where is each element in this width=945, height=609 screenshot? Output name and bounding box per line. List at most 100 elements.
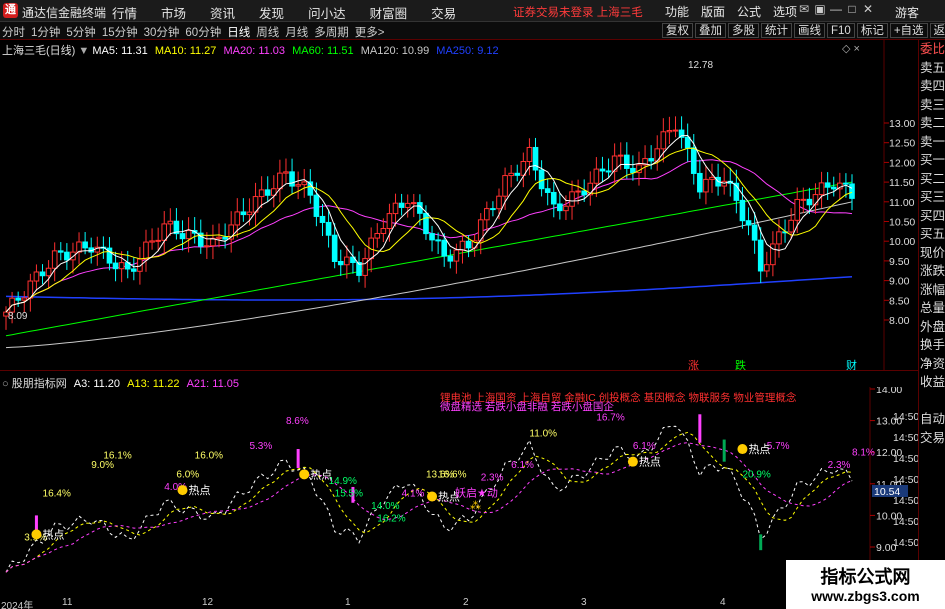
candle-body — [557, 203, 563, 212]
pane-divider — [0, 370, 918, 371]
candlestick-chart[interactable]: 13.00 12.50 12.00 11.50 11.00 10.50 10.00 9.50 9… — [0, 40, 918, 370]
signal-label: 妖启★动 — [455, 485, 498, 499]
candle-body — [155, 239, 161, 242]
tab-60min[interactable]: 60分钟 — [185, 24, 221, 40]
quote-label: 自动 — [919, 412, 945, 426]
candle-body — [502, 175, 508, 197]
draw-line-button[interactable]: 画线 — [794, 23, 825, 38]
candle-body — [581, 190, 588, 196]
quote-label: 卖三 — [919, 97, 945, 112]
month-label: 2 — [463, 597, 469, 608]
candle-body — [82, 241, 88, 249]
candle-body — [301, 181, 308, 186]
candle-body — [624, 154, 630, 169]
menu-layout[interactable]: 版面 — [701, 3, 725, 20]
candle-body — [319, 215, 326, 223]
candle-body — [599, 168, 606, 172]
candle-body — [112, 262, 119, 270]
menu-trade[interactable]: 交易 — [431, 3, 456, 22]
hot-point-label: 热点 — [189, 484, 211, 497]
month-label: 3 — [581, 597, 587, 608]
guest-button[interactable]: 游客 — [895, 4, 919, 21]
ma120-path — [5, 201, 853, 349]
quote-label: 买二 — [919, 171, 945, 186]
indicator-chart[interactable]: 14.0013.0012.0011.0010.009.0014:5014:501… — [0, 387, 918, 597]
multi-stock-button[interactable]: 多股 — [728, 23, 759, 38]
hot-point-icon — [427, 491, 438, 502]
candle-body — [404, 202, 411, 208]
menu-formula[interactable]: 公式 — [737, 3, 761, 20]
percent-label: 9.0% — [91, 460, 114, 471]
menu-ask[interactable]: 问小达 — [308, 3, 346, 22]
menu-discover[interactable]: 发现 — [259, 3, 284, 22]
minimize-icon[interactable]: — — [828, 2, 844, 16]
f10-button[interactable]: F10 — [827, 23, 855, 38]
candle-body — [459, 240, 466, 251]
app-title: 通达信金融终端 — [22, 6, 107, 20]
candle-body — [648, 158, 654, 162]
candle-body — [739, 199, 746, 222]
restore-rights-button[interactable]: 复权 — [662, 23, 693, 38]
candle-body — [776, 231, 782, 245]
menu-quotes[interactable]: 行情 — [112, 3, 137, 22]
candle-body — [690, 147, 697, 174]
candle-body — [179, 233, 186, 240]
percent-label: 16.6% — [438, 469, 466, 480]
tab-more[interactable]: 更多> — [355, 24, 385, 40]
layout-icon[interactable]: ▣ — [812, 2, 828, 16]
mail-icon[interactable]: ✉ — [796, 2, 812, 16]
tab-weekly[interactable]: 周线 — [256, 24, 279, 40]
menu-function[interactable]: 功能 — [665, 3, 689, 20]
chart-tools: 复权 叠加 多股 统计 画线 F10 标记 +自选 返回 — [662, 23, 945, 38]
candle-body — [794, 198, 801, 221]
add-watchlist-button[interactable]: +自选 — [889, 23, 928, 38]
indicator-axis: 14.0013.0012.0011.0010.009.0014:5014:501… — [870, 387, 918, 570]
candle-body — [630, 167, 636, 174]
price-tick-label: 8.50 — [889, 295, 910, 307]
maximize-icon[interactable]: □ — [844, 2, 860, 16]
mark-button[interactable]: 标记 — [856, 23, 888, 38]
candle-body — [849, 183, 855, 199]
login-notice[interactable]: 证券交易未登录 上海三毛 — [513, 4, 643, 20]
tab-monthly[interactable]: 月线 — [285, 24, 308, 40]
candle-body — [277, 172, 283, 190]
tab-multi-period[interactable]: 多周期 — [314, 24, 349, 40]
candle-body — [313, 194, 320, 217]
percent-label: 2.3% — [481, 473, 504, 484]
candle-body — [563, 205, 569, 212]
close-icon[interactable]: ✕ — [860, 2, 876, 16]
candle-body — [617, 154, 624, 157]
tab-timeshare[interactable]: 分时 — [2, 24, 25, 40]
quote-label: 外盘 — [919, 319, 945, 334]
current-value-label: 10.54 — [874, 486, 900, 498]
menu-news[interactable]: 资讯 — [210, 3, 235, 22]
statistics-button[interactable]: 统计 — [761, 23, 792, 38]
tab-5min[interactable]: 5分钟 — [66, 24, 95, 40]
candle-body — [167, 220, 174, 225]
candle-body — [51, 250, 58, 269]
menu-wealth-circle[interactable]: 财富圈 — [370, 3, 408, 22]
quote-label: 卖四 — [919, 79, 945, 93]
candle-body — [709, 176, 715, 180]
hot-point-label: 热点 — [748, 443, 770, 456]
menu-options[interactable]: 选项 — [773, 3, 797, 20]
indicator-path — [5, 442, 853, 573]
price-tick-label: 12.50 — [889, 138, 915, 150]
candle-body — [684, 136, 691, 149]
tab-daily[interactable]: 日线 — [227, 24, 250, 40]
tab-1min[interactable]: 1分钟 — [31, 24, 60, 40]
candle-body — [830, 186, 837, 190]
tab-15min[interactable]: 15分钟 — [102, 24, 138, 40]
candle-body — [234, 211, 241, 226]
candle-body — [386, 213, 393, 230]
overlay-button[interactable]: 叠加 — [695, 23, 726, 38]
back-button[interactable]: 返回 — [929, 23, 945, 38]
candle-body — [64, 251, 70, 261]
candle-body — [15, 297, 21, 301]
candle-body — [216, 236, 222, 239]
candle-body — [757, 239, 764, 272]
tab-30min[interactable]: 30分钟 — [144, 24, 180, 40]
menu-market[interactable]: 市场 — [161, 3, 186, 22]
date-axis: 2024年 11 12 1 2 3 4 — [0, 597, 786, 609]
quote-label: 买三 — [919, 190, 945, 204]
